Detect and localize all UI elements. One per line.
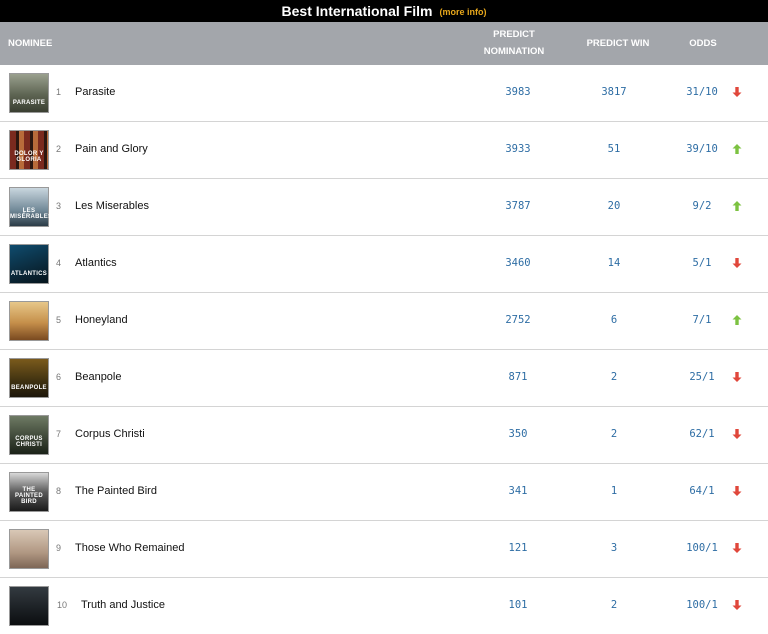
trend-up-icon [732, 201, 742, 211]
table-row[interactable]: DOLOR Y GLORIA 2 Pain and Glory 3933 51 … [0, 122, 768, 179]
table-row[interactable]: ATLANTICS 4 Atlantics 3460 14 5/1 [0, 236, 768, 293]
poster-image[interactable] [9, 529, 49, 569]
predict-nomination-value: 3983 [505, 86, 531, 98]
predict-nomination-value: 121 [508, 542, 528, 554]
table-row[interactable]: 10 Truth and Justice 101 2 100/1 [0, 578, 768, 634]
poster-image[interactable] [9, 586, 49, 626]
odds-value: 31/10 [686, 86, 718, 98]
column-header-predict-nomination[interactable]: PREDICT NOMINATION [476, 26, 552, 60]
column-header-nominee[interactable]: NOMINEE [8, 35, 52, 52]
rank: 7 [56, 429, 62, 439]
predict-nomination-value: 101 [508, 599, 528, 611]
rank: 9 [56, 543, 62, 553]
trend-down-icon [732, 429, 742, 439]
nominee-name[interactable]: Atlantics [75, 257, 117, 269]
predict-nomination-value: 3460 [505, 257, 531, 269]
rank: 10 [57, 600, 68, 610]
nominee-table: PARASITE 1 Parasite 3983 3817 31/10 DOLO… [0, 65, 768, 634]
table-row[interactable]: LES MISÉRABLES 3 Les Miserables 3787 20 … [0, 179, 768, 236]
poster-image[interactable]: THE PAINTED BIRD [9, 472, 49, 512]
rank: 1 [56, 87, 62, 97]
table-row[interactable]: 5 Honeyland 2752 6 7/1 [0, 293, 768, 350]
trend-down-icon [732, 372, 742, 382]
predict-nomination-value: 350 [508, 428, 528, 440]
odds-value: 64/1 [689, 485, 715, 497]
column-header-odds[interactable]: ODDS [678, 35, 728, 52]
nominee-name[interactable]: Les Miserables [75, 200, 149, 212]
odds-value: 5/1 [692, 257, 712, 269]
trend-down-icon [732, 600, 742, 610]
table-row[interactable]: PARASITE 1 Parasite 3983 3817 31/10 [0, 65, 768, 122]
nominee-name[interactable]: Honeyland [75, 314, 128, 326]
predict-nomination-value: 2752 [505, 314, 531, 326]
poster-image[interactable] [9, 301, 49, 341]
more-info-link[interactable]: (more info) [439, 7, 486, 17]
trend-down-icon [732, 486, 742, 496]
predict-win-value: 14 [607, 257, 621, 269]
nominee-name[interactable]: Truth and Justice [81, 599, 165, 611]
predict-nomination-value: 3933 [505, 143, 531, 155]
odds-value: 100/1 [686, 542, 718, 554]
predict-win-value: 2 [610, 599, 618, 611]
poster-image[interactable]: LES MISÉRABLES [9, 187, 52, 227]
rank: 2 [56, 144, 62, 154]
nominee-name[interactable]: Parasite [75, 86, 115, 98]
predict-win-value: 2 [610, 371, 618, 383]
predict-nomination-value: 341 [508, 485, 528, 497]
rank: 6 [56, 372, 62, 382]
predict-win-value: 6 [610, 314, 618, 326]
trend-down-icon [732, 87, 742, 97]
table-row[interactable]: BEANPOLE 6 Beanpole 871 2 25/1 [0, 350, 768, 407]
nominee-name[interactable]: Those Who Remained [75, 542, 184, 554]
predict-win-value: 1 [610, 485, 618, 497]
poster-image[interactable]: PARASITE [9, 73, 49, 113]
trend-down-icon [732, 258, 742, 268]
rank: 8 [56, 486, 62, 496]
odds-value: 100/1 [686, 599, 718, 611]
table-row[interactable]: THE PAINTED BIRD 8 The Painted Bird 341 … [0, 464, 768, 521]
title-bar: Best International Film (more info) [0, 0, 768, 22]
trend-up-icon [732, 144, 742, 154]
nominee-name[interactable]: Corpus Christi [75, 428, 145, 440]
predict-nomination-value: 3787 [505, 200, 531, 212]
rank: 5 [56, 315, 62, 325]
table-row[interactable]: 9 Those Who Remained 121 3 100/1 [0, 521, 768, 578]
poster-image[interactable]: DOLOR Y GLORIA [9, 130, 49, 170]
rank: 4 [56, 258, 62, 268]
trend-down-icon [732, 543, 742, 553]
predict-win-value: 2 [610, 428, 618, 440]
poster-image[interactable]: BEANPOLE [9, 358, 49, 398]
predict-win-value: 3 [610, 542, 618, 554]
table-header: NOMINEE PREDICT NOMINATION PREDICT WIN O… [0, 22, 768, 65]
page-title: Best International Film [281, 3, 433, 19]
odds-value: 62/1 [689, 428, 715, 440]
nominee-name[interactable]: Beanpole [75, 371, 122, 383]
odds-value: 39/10 [686, 143, 718, 155]
predict-win-value: 3817 [601, 86, 627, 98]
predict-win-value: 20 [607, 200, 621, 212]
nominee-name[interactable]: The Painted Bird [75, 485, 157, 497]
rank: 3 [56, 201, 62, 211]
column-header-predict-win[interactable]: PREDICT WIN [578, 35, 658, 52]
table-row[interactable]: CORPUS CHRISTI 7 Corpus Christi 350 2 62… [0, 407, 768, 464]
poster-image[interactable]: CORPUS CHRISTI [9, 415, 49, 455]
odds-value: 25/1 [689, 371, 715, 383]
predict-win-value: 51 [607, 143, 621, 155]
odds-value: 9/2 [692, 200, 712, 212]
odds-value: 7/1 [692, 314, 712, 326]
nominee-name[interactable]: Pain and Glory [75, 143, 148, 155]
poster-image[interactable]: ATLANTICS [9, 244, 49, 284]
trend-up-icon [732, 315, 742, 325]
predict-nomination-value: 871 [508, 371, 528, 383]
